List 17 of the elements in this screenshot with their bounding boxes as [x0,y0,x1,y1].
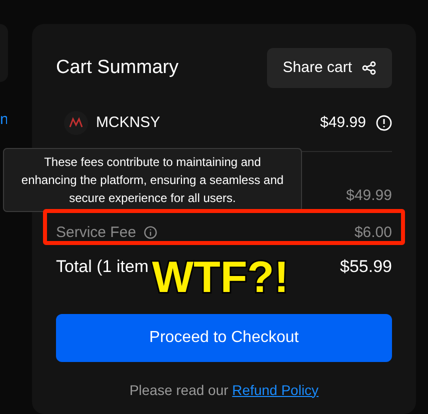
total-amount: $55.99 [340,256,392,278]
merchant-name: MCKNSY [96,112,160,133]
link[interactable]: n [0,110,7,130]
merchant-price: $49.99 [320,112,366,133]
annotation-text: WTF?! [152,255,289,301]
service-fee-amount: $6.00 [354,222,392,242]
refund-policy-link[interactable]: Refund Policy [232,382,319,398]
subtotal-amount: $49.99 [346,186,392,206]
card-title: Cart Summary [56,56,178,80]
tooltip: These fees contribute to maintaining and enhancing the platform, ensuring a seamless and secure experience for all users. [3,148,302,212]
merchant-logo-icon [64,111,88,135]
total-label: Total (1 item [56,256,149,278]
share-icon [362,61,376,75]
service-fee-label: Service Fee [56,222,136,242]
checkout-button[interactable]: Proceed to Checkout [56,314,392,362]
share-cart-button[interactable]: Share cart [266,48,392,88]
refund-note: Please read our Refund Policy [128,380,320,400]
